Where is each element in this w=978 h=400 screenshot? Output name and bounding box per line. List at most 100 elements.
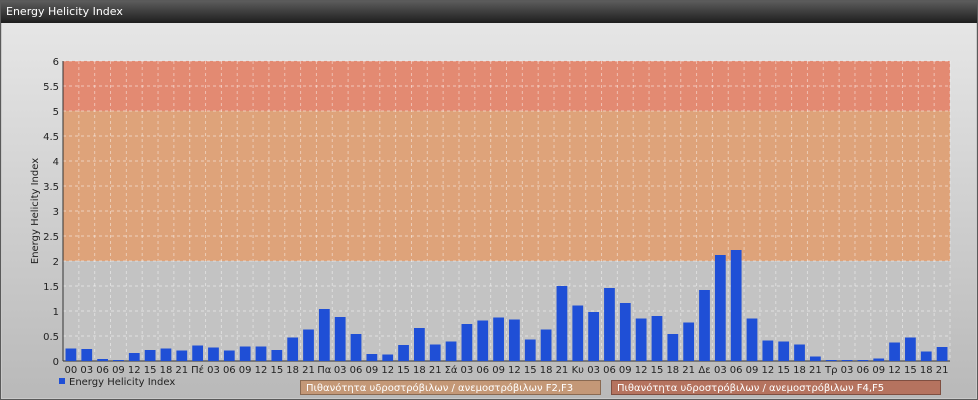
bar-30	[540, 329, 552, 361]
bar-20	[382, 354, 394, 361]
bar-53	[905, 337, 916, 361]
legend-series-label: Energy Helicity Index	[69, 377, 176, 388]
x-tick-label: 12	[128, 365, 141, 376]
x-tick-label: Σά	[445, 364, 458, 376]
bar-36	[635, 318, 647, 361]
y-tick-label: 4.5	[43, 132, 59, 143]
x-tick-label: 12	[888, 365, 901, 376]
bar-1	[81, 349, 93, 361]
bar-18	[350, 334, 362, 361]
x-tick-label: 06	[350, 365, 363, 376]
x-tick-label: 15	[144, 365, 157, 376]
bar-11	[239, 346, 251, 361]
x-tick-label: Πέ	[191, 364, 204, 376]
chart-window: Energy Helicity Index 0 0.5 1 1.5 2 2.5 3 3.5 4 4…	[0, 0, 978, 400]
x-tick-label: 18	[920, 365, 933, 376]
bar-12	[255, 346, 267, 361]
bar-39	[683, 322, 695, 361]
bar-35	[619, 303, 631, 361]
y-tick-label: 1.5	[43, 282, 59, 293]
bar-8	[192, 345, 204, 361]
bar-50	[857, 360, 869, 361]
y-tick-label: 2.5	[43, 232, 59, 243]
x-tick-label: 15	[270, 365, 283, 376]
bar-26	[477, 320, 489, 361]
x-tick-label: 09	[239, 365, 252, 376]
x-tick-label: 06	[96, 365, 109, 376]
y-tick-label: 5	[53, 107, 59, 118]
x-tick-label: 12	[255, 365, 268, 376]
x-tick-label: Πα	[317, 365, 332, 376]
band-label-f4-f5: Πιθανότητα υδροστρόβιλων / ανεμοστρόβιλω…	[611, 380, 941, 395]
x-tick-label: 18	[413, 365, 426, 376]
bar-9	[208, 347, 219, 361]
x-tick-label: 03	[461, 365, 474, 376]
bar-43	[746, 318, 758, 361]
x-tick-label: 06	[603, 365, 616, 376]
bar-3	[113, 360, 124, 361]
x-tick-label: 12	[381, 365, 394, 376]
y-tick-label: 2	[53, 257, 59, 268]
x-tick-label: 06	[223, 365, 236, 376]
bar-19	[366, 354, 378, 361]
bar-33	[588, 312, 600, 361]
x-tick-label: 18	[286, 365, 299, 376]
y-tick-label: 0.5	[43, 332, 59, 343]
bar-34	[604, 288, 615, 361]
x-tick-label: 03	[841, 365, 854, 376]
x-tick-label: Δε	[698, 365, 710, 376]
bar-47	[809, 356, 821, 361]
x-tick-label: 21	[809, 365, 822, 376]
bar-5	[144, 350, 156, 361]
x-tick-label: 18	[160, 365, 173, 376]
legend[interactable]: Energy Helicity Index	[59, 377, 175, 388]
x-tick-label: 03	[334, 365, 347, 376]
bar-10	[223, 350, 235, 361]
bar-31	[556, 286, 568, 361]
x-tick-label: 09	[365, 365, 378, 376]
x-tick-label: 21	[302, 365, 315, 376]
x-tick-label: 21	[556, 365, 569, 376]
x-tick-label: 00	[65, 365, 78, 376]
x-tick-label: 03	[714, 365, 727, 376]
bar-7	[176, 350, 188, 361]
x-tick-label: 15	[397, 365, 410, 376]
x-tick-label: 06	[730, 365, 743, 376]
x-tick-label: Κυ	[572, 365, 585, 376]
bar-27	[493, 317, 504, 361]
x-tick-label: 21	[936, 365, 949, 376]
x-tick-label: 09	[492, 365, 505, 376]
bar-22	[413, 328, 425, 361]
x-tick-label: 21	[429, 365, 442, 376]
y-tick-label: 4	[53, 157, 59, 168]
bar-2	[97, 359, 108, 361]
bar-44	[762, 340, 774, 361]
bar-16	[318, 309, 330, 361]
bar-51	[873, 358, 885, 361]
bar-46	[794, 344, 805, 361]
bar-37	[651, 316, 663, 361]
bar-4	[128, 353, 140, 361]
x-tick-label: Τρ	[824, 365, 837, 376]
bar-14	[287, 337, 299, 361]
bar-0	[65, 348, 77, 361]
x-tick-label: 09	[872, 365, 885, 376]
bar-23	[429, 344, 441, 361]
x-tick-label: 18	[666, 365, 679, 376]
y-tick-label: 5.5	[43, 82, 59, 93]
bar-42	[730, 250, 742, 361]
x-tick-label: 15	[904, 365, 917, 376]
bar-29	[524, 339, 536, 361]
x-tick-label: 15	[651, 365, 664, 376]
x-tick-label: 21	[682, 365, 695, 376]
bar-49	[841, 360, 853, 361]
x-tick-label: 15	[524, 365, 537, 376]
x-tick-label: 09	[112, 365, 125, 376]
legend-swatch	[59, 378, 65, 384]
band-label-f2-f3: Πιθανότητα υδροστρόβιλων / ανεμοστρόβιλω…	[300, 380, 601, 395]
bar-38	[667, 334, 679, 361]
bar-21	[398, 345, 409, 361]
ehi-bar-chart: 0 0.5 1 1.5 2 2.5 3 3.5 4 4.5 5 5.5 6 Energy Helicity…	[30, 57, 951, 376]
x-tick-label: 18	[540, 365, 553, 376]
x-tick-label: 09	[746, 365, 759, 376]
